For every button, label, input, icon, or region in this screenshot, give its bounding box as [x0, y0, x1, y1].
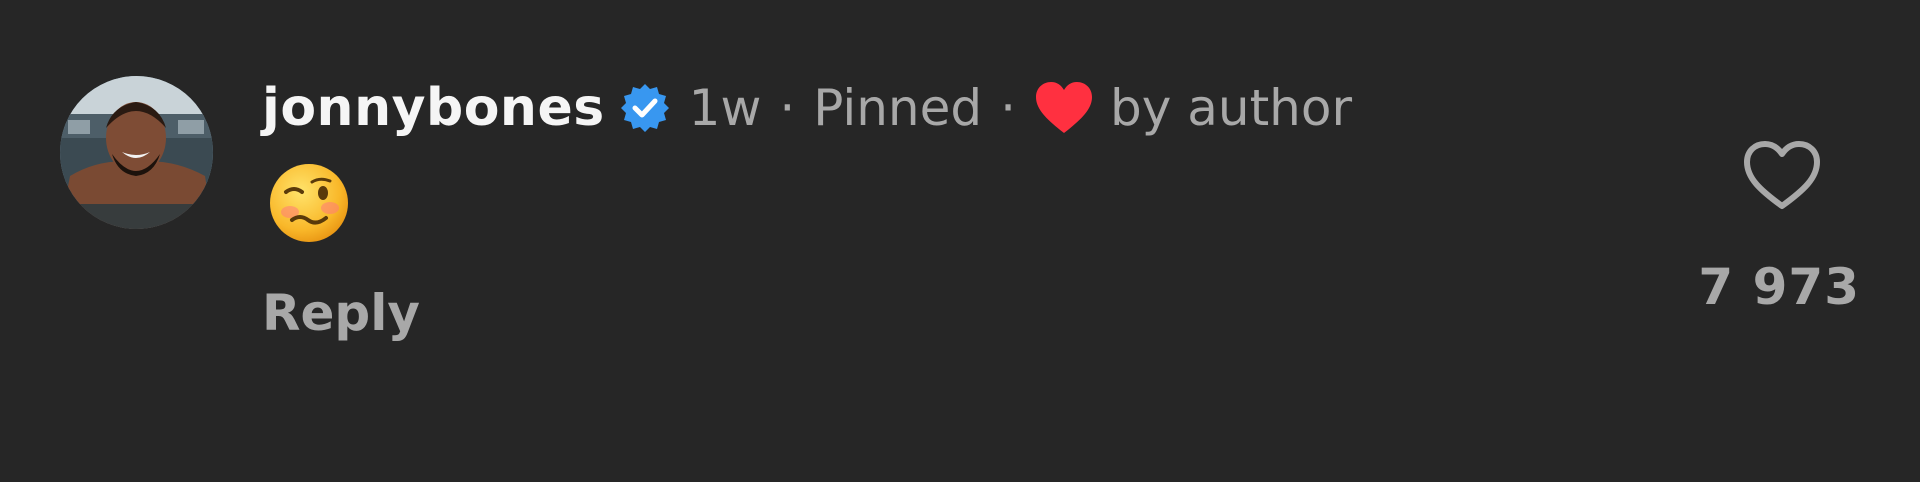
liked-by-author-label: by author [1110, 79, 1353, 137]
comment-item: jonnybones 1w · Pinned · by author Reply… [0, 0, 1920, 482]
reply-button[interactable]: Reply [262, 284, 420, 342]
separator-dot: · [1000, 79, 1017, 137]
username-link[interactable]: jonnybones [262, 78, 605, 138]
separator-dot: · [779, 79, 796, 137]
avatar[interactable] [60, 76, 213, 229]
like-count: 7 973 [1698, 258, 1860, 316]
heart-outline-icon[interactable] [1742, 140, 1822, 212]
woozy-face-emoji [268, 162, 350, 244]
timestamp: 1w [688, 79, 762, 137]
avatar-image [60, 76, 213, 229]
pinned-label: Pinned [813, 79, 983, 137]
red-heart-icon [1034, 81, 1094, 135]
verified-badge-icon [619, 82, 671, 134]
comment-header: jonnybones 1w · Pinned · by author [262, 70, 1352, 146]
